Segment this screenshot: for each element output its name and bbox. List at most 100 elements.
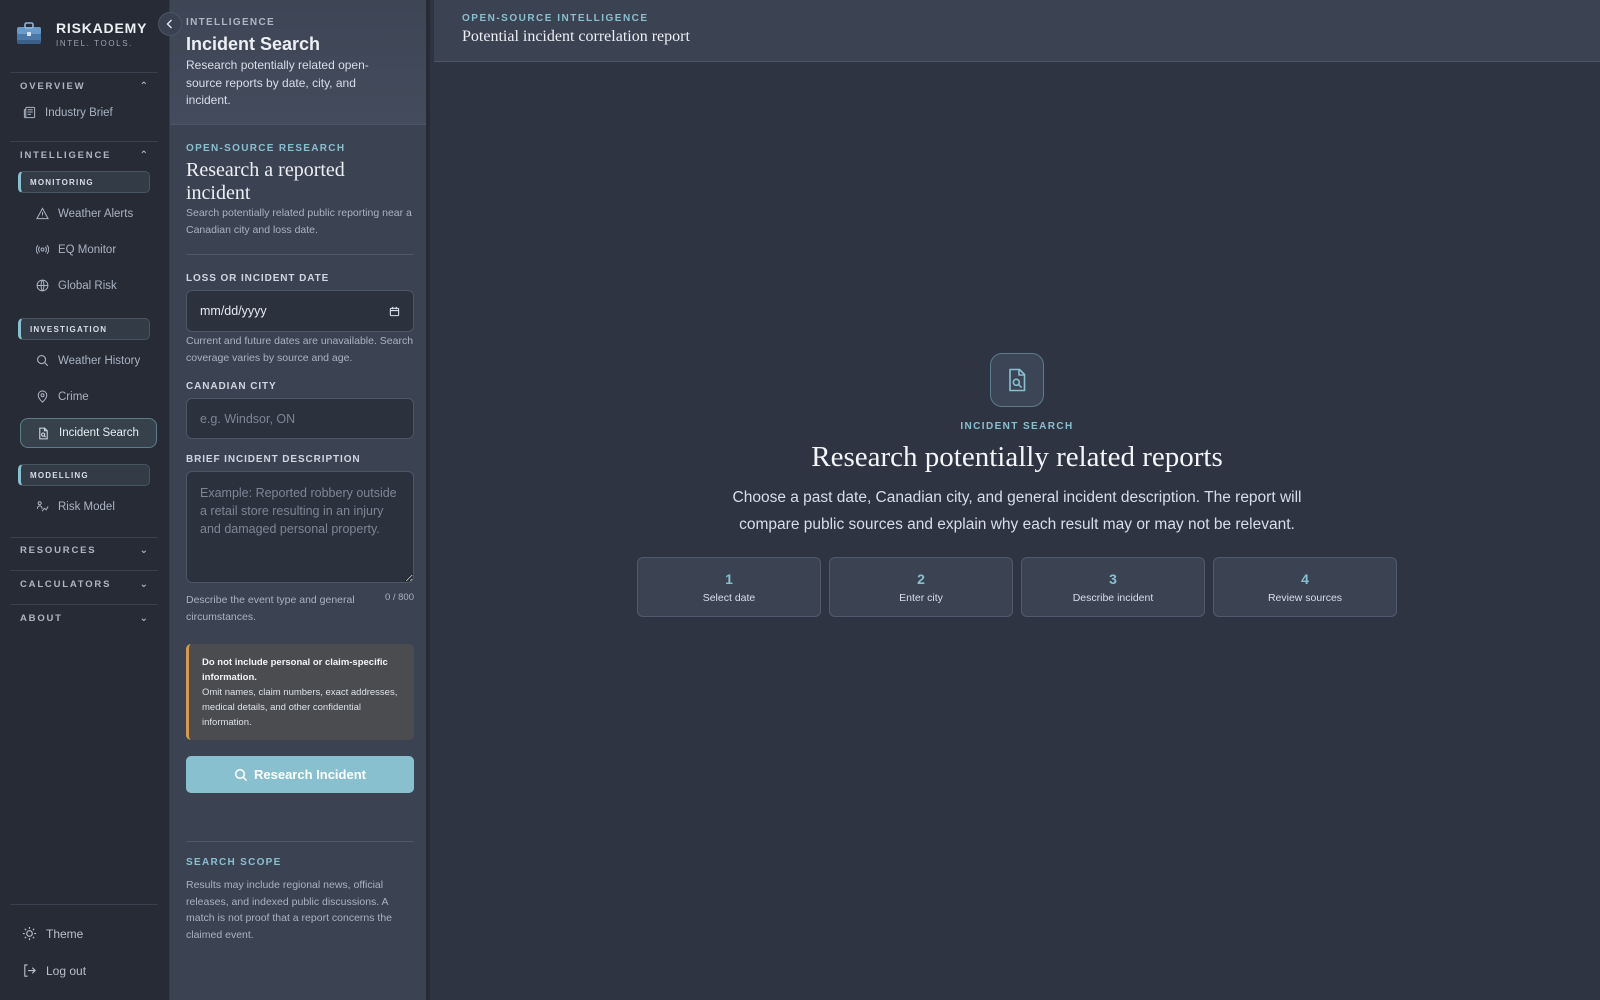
calendar-icon[interactable] bbox=[389, 306, 400, 317]
step-number: 2 bbox=[917, 570, 925, 587]
file-search-icon bbox=[39, 427, 48, 439]
step-card: 1 Select date bbox=[637, 557, 821, 617]
date-placeholder: mm/dd/yyyy bbox=[200, 304, 267, 318]
sidebar-item-label: Incident Search bbox=[59, 427, 139, 439]
briefcase-logo-icon bbox=[17, 22, 41, 44]
sidebar-item-label: Weather Alerts bbox=[58, 207, 134, 220]
character-counter: 0 / 800 bbox=[384, 592, 414, 603]
description-hint: Describe the event type and general circ… bbox=[186, 594, 355, 623]
step-card: 3 Describe incident bbox=[1021, 557, 1205, 617]
chevron-down-icon: ⌄ bbox=[139, 545, 148, 556]
sidebar-item-eq-monitor[interactable]: EQ Monitor bbox=[36, 243, 116, 256]
section-overview-label: OVERVIEW bbox=[20, 81, 86, 92]
chevron-up-icon: ⌃ bbox=[139, 81, 148, 92]
sidebar-item-label: Industry Brief bbox=[45, 106, 113, 119]
scope-body: Results may include regional news, offic… bbox=[186, 879, 393, 941]
date-input[interactable]: mm/dd/yyyy bbox=[186, 290, 414, 332]
city-input[interactable] bbox=[186, 398, 414, 439]
divider bbox=[10, 141, 158, 142]
panel-description: Research potentially related open-source… bbox=[186, 58, 369, 107]
divider bbox=[10, 570, 158, 571]
step-card: 4 Review sources bbox=[1213, 557, 1397, 617]
theme-toggle[interactable]: Theme bbox=[22, 926, 83, 941]
empty-title: Research potentially related reports bbox=[811, 441, 1223, 473]
sidebar-item-label: Global Risk bbox=[58, 279, 117, 292]
warning-title: Do not include personal or claim-specifi… bbox=[202, 657, 388, 683]
main-header: OPEN-SOURCE INTELLIGENCE Potential incid… bbox=[434, 0, 1600, 62]
section-about-label: ABOUT bbox=[20, 613, 63, 624]
section-resources-label: RESOURCES bbox=[20, 545, 97, 556]
group-investigation: INVESTIGATION bbox=[18, 318, 150, 340]
section-intelligence[interactable]: INTELLIGENCE ⌃ bbox=[20, 150, 148, 161]
main-content: OPEN-SOURCE INTELLIGENCE Potential incid… bbox=[434, 0, 1600, 1000]
section-calculators[interactable]: CALCULATORS ⌄ bbox=[20, 579, 148, 590]
step-label: Describe incident bbox=[1072, 591, 1154, 604]
empty-description: Choose a past date, Canadian city, and g… bbox=[732, 489, 1302, 533]
sidebar-item-label: Risk Model bbox=[58, 500, 115, 513]
sidebar-item-label: Weather History bbox=[58, 354, 141, 367]
research-incident-button[interactable]: Research Incident bbox=[186, 756, 414, 793]
city-label: CANADIAN CITY bbox=[186, 381, 277, 392]
empty-eyebrow: INCIDENT SEARCH bbox=[960, 421, 1074, 432]
sun-icon bbox=[22, 926, 37, 941]
chevron-down-icon: ⌄ bbox=[139, 579, 148, 590]
sidebar-item-weather-history[interactable]: Weather History bbox=[36, 354, 140, 367]
step-label: Enter city bbox=[899, 591, 943, 604]
search-icon bbox=[37, 355, 49, 367]
form-subtitle: Search potentially related public report… bbox=[186, 207, 412, 236]
date-hint: Current and future dates are unavailable… bbox=[186, 335, 414, 364]
chevron-down-icon: ⌄ bbox=[139, 613, 148, 624]
divider bbox=[10, 72, 158, 73]
divider bbox=[186, 841, 414, 842]
description-label: BRIEF INCIDENT DESCRIPTION bbox=[186, 454, 361, 465]
section-resources[interactable]: RESOURCES ⌄ bbox=[20, 545, 148, 556]
sidebar-item-label: EQ Monitor bbox=[58, 243, 117, 256]
step-label: Review sources bbox=[1267, 591, 1343, 604]
theme-label: Theme bbox=[46, 926, 84, 941]
description-textarea[interactable] bbox=[186, 471, 414, 583]
main-eyebrow: OPEN-SOURCE INTELLIGENCE bbox=[462, 13, 649, 24]
divider bbox=[186, 254, 414, 255]
main-title: Potential incident correlation report bbox=[462, 28, 690, 45]
incident-search-panel: INTELLIGENCE Incident Search Research po… bbox=[170, 0, 430, 1000]
panel-eyebrow: INTELLIGENCE bbox=[186, 17, 275, 28]
brand[interactable]: RISKADEMY INTEL. TOOLS. bbox=[16, 20, 147, 48]
privacy-warning: Do not include personal or claim-specifi… bbox=[186, 644, 414, 740]
radar-icon bbox=[36, 244, 49, 255]
sidebar-item-global-risk[interactable]: Global Risk bbox=[36, 279, 117, 292]
file-search-icon bbox=[1009, 368, 1026, 392]
divider bbox=[10, 537, 158, 538]
step-number: 1 bbox=[725, 570, 733, 587]
logout-label: Log out bbox=[46, 963, 87, 978]
logout-button[interactable]: Log out bbox=[22, 963, 86, 978]
sidebar-item-weather-alerts[interactable]: Weather Alerts bbox=[36, 207, 133, 220]
form-eyebrow: OPEN-SOURCE RESEARCH bbox=[186, 143, 346, 154]
section-about[interactable]: ABOUT ⌄ bbox=[20, 613, 148, 624]
date-label: LOSS OR INCIDENT DATE bbox=[186, 273, 330, 284]
globe-icon bbox=[36, 279, 49, 292]
step-number: 3 bbox=[1109, 570, 1117, 587]
step-number: 4 bbox=[1301, 570, 1309, 587]
sidebar-collapse-button[interactable] bbox=[158, 12, 182, 36]
steps-list: 1 Select date 2 Enter city 3 Describe in… bbox=[637, 557, 1397, 617]
sidebar-item-industry-brief[interactable]: Industry Brief bbox=[23, 106, 113, 119]
logout-icon bbox=[24, 964, 36, 977]
sidebar-item-incident-search[interactable]: Incident Search bbox=[20, 418, 157, 448]
panel-title: Incident Search bbox=[186, 34, 321, 54]
sidebar-item-crime[interactable]: Crime bbox=[36, 390, 89, 403]
scope-title: SEARCH SCOPE bbox=[186, 857, 282, 868]
step-card: 2 Enter city bbox=[829, 557, 1013, 617]
group-modelling: MODELLING bbox=[18, 464, 150, 486]
map-pin-icon bbox=[37, 390, 48, 403]
sidebar-item-label: Crime bbox=[58, 390, 89, 403]
step-label: Select date bbox=[702, 591, 756, 604]
divider bbox=[10, 904, 158, 905]
form-title: Research a reported incident bbox=[186, 159, 345, 204]
research-incident-label: Research Incident bbox=[254, 767, 366, 782]
section-overview[interactable]: OVERVIEW ⌃ bbox=[20, 81, 148, 92]
brand-name: RISKADEMY bbox=[56, 20, 148, 36]
empty-state-icon bbox=[990, 353, 1044, 407]
sidebar-item-risk-model[interactable]: Risk Model bbox=[36, 500, 115, 513]
empty-description-wrap: Choose a past date, Canadian city, and g… bbox=[434, 484, 1600, 538]
section-intelligence-label: INTELLIGENCE bbox=[20, 150, 112, 161]
